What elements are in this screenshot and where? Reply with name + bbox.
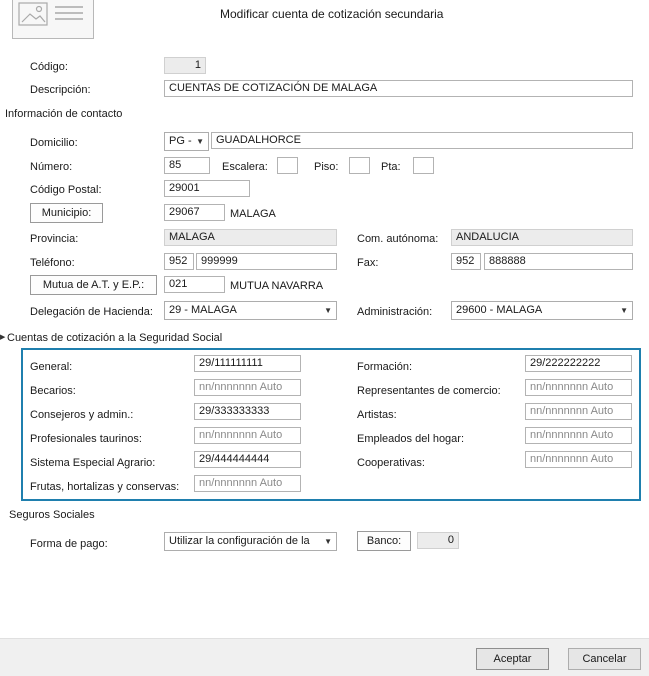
cuenta-artistas-label: Artistas: [357,409,397,421]
domicilio-tipo-value: PG - [169,135,192,147]
cuenta-formacion-field[interactable]: 29/222222222 [525,355,632,372]
banco-field: 0 [417,532,459,549]
delegacion-select[interactable]: 29 - MALAGA ▼ [164,301,337,320]
dialog-footer [0,638,649,676]
piso-label: Piso: [314,161,339,173]
cuenta-agrario-label: Sistema Especial Agrario: [30,457,156,469]
cuenta-cooperativas-field[interactable]: nn/nnnnnnn Auto [525,451,632,468]
municipio-button[interactable]: Municipio: [30,203,103,223]
seguros-section-title: Seguros Sociales [9,509,95,521]
cuenta-frutas-label: Frutas, hortalizas y conservas: [30,481,180,493]
descripcion-field[interactable]: CUENTAS DE COTIZACIÓN DE MALAGA [164,80,633,97]
contact-section-title: Información de contacto [5,108,123,120]
pta-label: Pta: [381,161,401,173]
escalera-field[interactable] [277,157,298,174]
cuenta-frutas-field[interactable]: nn/nnnnnnn Auto [194,475,301,492]
telefono-number-field[interactable]: 999999 [196,253,337,270]
cuenta-representantes-label: Representantes de comercio: [357,385,501,397]
fax-number-field[interactable]: 888888 [484,253,633,270]
cuenta-agrario-field[interactable]: 29/444444444 [194,451,301,468]
cuenta-becarios-label: Becarios: [30,385,76,397]
chevron-down-icon: ▼ [324,537,332,546]
cuenta-becarios-field[interactable]: nn/nnnnnnn Auto [194,379,301,396]
collapse-arrow-icon[interactable]: ▶ [0,333,5,341]
numero-label: Número: [30,161,73,173]
com-autonoma-label: Com. autónoma: [357,233,439,245]
administracion-value: 29600 - MALAGA [456,304,543,316]
cuenta-empleados-field[interactable]: nn/nnnnnnn Auto [525,427,632,444]
forma-pago-value: Utilizar la configuración de la [169,535,310,547]
window-title: Modificar cuenta de cotización secundari… [220,7,444,21]
cuenta-empleados-label: Empleados del hogar: [357,433,465,445]
provincia-field: MALAGA [164,229,337,246]
domicilio-label: Domicilio: [30,137,78,149]
descripcion-label: Descripción: [30,84,91,96]
delegacion-value: 29 - MALAGA [169,304,237,316]
forma-pago-select[interactable]: Utilizar la configuración de la ▼ [164,532,337,551]
cuentas-section-title: Cuentas de cotización a la Seguridad Soc… [7,332,223,344]
chevron-down-icon: ▼ [324,306,332,315]
cuenta-formacion-label: Formación: [357,361,413,373]
cancel-button[interactable]: Cancelar [568,648,641,670]
administracion-select[interactable]: 29600 - MALAGA ▼ [451,301,633,320]
telefono-prefix-field[interactable]: 952 [164,253,194,270]
municipio-name: MALAGA [230,208,276,220]
cuenta-cooperativas-label: Cooperativas: [357,457,425,469]
codigo-postal-label: Código Postal: [30,184,102,196]
delegacion-label: Delegación de Hacienda: [30,306,153,318]
mutua-name: MUTUA NAVARRA [230,280,324,292]
cuenta-general-label: General: [30,361,73,373]
cuenta-consejeros-label: Consejeros y admin.: [30,409,134,421]
mutua-code-field[interactable]: 021 [164,276,225,293]
piso-field[interactable] [349,157,370,174]
domicilio-tipo-select[interactable]: PG - ▼ [164,132,209,151]
mutua-button[interactable]: Mutua de A.T. y E.P.: [30,275,157,295]
form-document-icon [12,0,94,39]
cuenta-general-field[interactable]: 29/111111111 [194,355,301,372]
administracion-label: Administración: [357,306,433,318]
fax-prefix-field[interactable]: 952 [451,253,481,270]
cuenta-taurinos-field[interactable]: nn/nnnnnnn Auto [194,427,301,444]
provincia-label: Provincia: [30,233,79,245]
telefono-label: Teléfono: [30,257,75,269]
pta-field[interactable] [413,157,434,174]
fax-label: Fax: [357,257,379,269]
municipio-code-field[interactable]: 29067 [164,204,225,221]
numero-field[interactable]: 85 [164,157,210,174]
banco-button[interactable]: Banco: [357,531,411,551]
cuenta-consejeros-field[interactable]: 29/333333333 [194,403,301,420]
chevron-down-icon: ▼ [620,306,628,315]
accept-button[interactable]: Aceptar [476,648,549,670]
com-autonoma-field: ANDALUCIA [451,229,633,246]
codigo-postal-field[interactable]: 29001 [164,180,250,197]
forma-pago-label: Forma de pago: [30,538,108,550]
chevron-down-icon: ▼ [196,137,204,146]
cuenta-taurinos-label: Profesionales taurinos: [30,433,142,445]
codigo-field: 1 [164,57,206,74]
codigo-label: Código: [30,61,68,73]
domicilio-field[interactable]: GUADALHORCE [211,132,633,149]
cuenta-representantes-field[interactable]: nn/nnnnnnn Auto [525,379,632,396]
cuenta-artistas-field[interactable]: nn/nnnnnnn Auto [525,403,632,420]
escalera-label: Escalera: [222,161,268,173]
